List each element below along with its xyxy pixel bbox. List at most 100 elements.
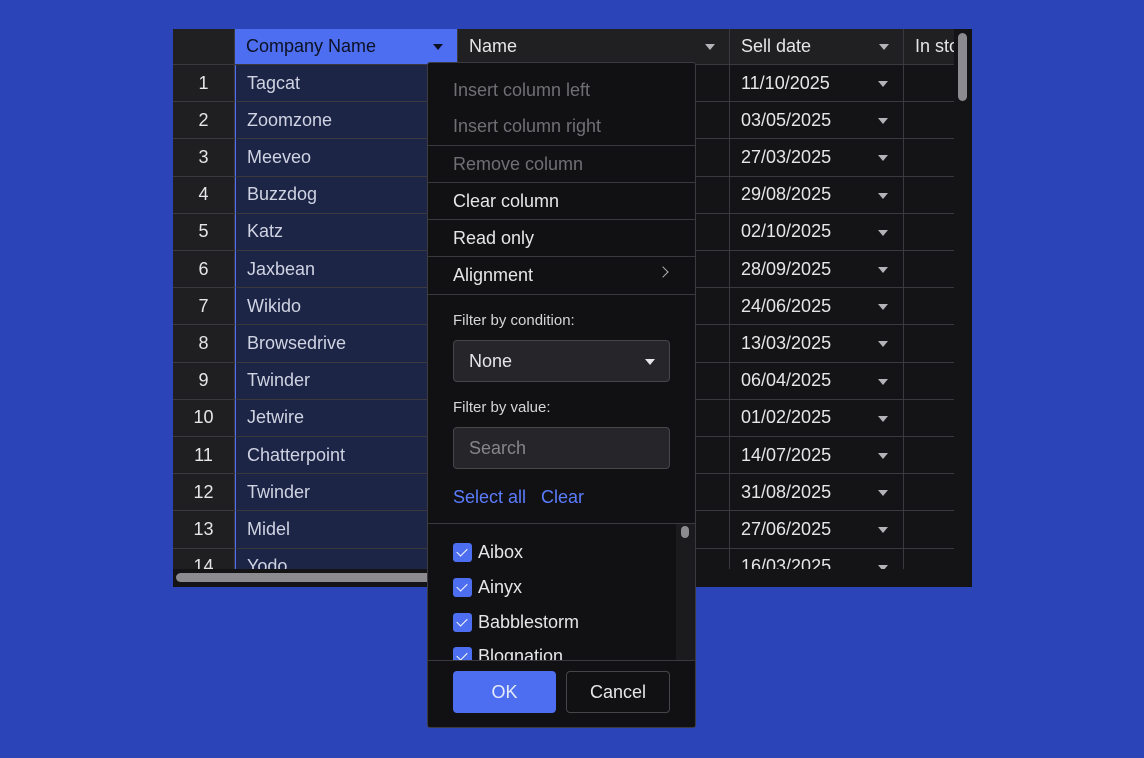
row-header[interactable]: 6 xyxy=(173,251,235,289)
column-dropdown-icon[interactable] xyxy=(433,44,443,50)
row-header[interactable]: 3 xyxy=(173,139,235,177)
column-dropdown-icon[interactable] xyxy=(705,44,715,50)
checkbox[interactable] xyxy=(453,577,472,597)
column-header-sell-date[interactable]: Sell date xyxy=(730,29,904,65)
cell-sell-date[interactable]: 24/06/2025 xyxy=(730,288,904,326)
corner-header[interactable] xyxy=(173,29,235,65)
value-label: Blognation xyxy=(478,645,564,662)
value-item[interactable]: Blognation xyxy=(453,641,563,661)
cell-in-stock[interactable] xyxy=(904,437,954,475)
row-header[interactable]: 4 xyxy=(173,176,235,214)
search-input[interactable] xyxy=(453,427,670,469)
vertical-scrollbar[interactable] xyxy=(954,29,972,569)
cell-in-stock[interactable] xyxy=(904,363,954,400)
cell-company-name[interactable]: Meeveo xyxy=(235,139,458,177)
date-dropdown-icon[interactable] xyxy=(878,155,888,162)
cell-company-name[interactable]: Katz xyxy=(235,213,458,251)
cell-sell-date-value: 29/08/2025 xyxy=(741,184,832,205)
cell-in-stock[interactable] xyxy=(904,251,954,289)
row-header[interactable]: 13 xyxy=(173,511,235,549)
date-dropdown-icon[interactable] xyxy=(878,341,888,348)
row-header[interactable]: 12 xyxy=(173,474,235,512)
cell-sell-date[interactable]: 13/03/2025 xyxy=(730,325,904,363)
date-dropdown-icon[interactable] xyxy=(878,415,888,422)
row-header[interactable]: 10 xyxy=(173,399,235,437)
row-header[interactable]: 2 xyxy=(173,102,235,140)
cell-in-stock[interactable] xyxy=(904,65,954,103)
row-header[interactable]: 9 xyxy=(173,362,235,400)
horizontal-scrollbar-thumb[interactable] xyxy=(176,573,432,582)
row-header[interactable]: 7 xyxy=(173,288,235,326)
cell-sell-date[interactable]: 27/03/2025 xyxy=(730,139,904,177)
cell-in-stock[interactable] xyxy=(904,325,954,363)
cell-in-stock[interactable] xyxy=(904,177,954,214)
date-dropdown-icon[interactable] xyxy=(878,304,888,311)
date-dropdown-icon[interactable] xyxy=(878,192,888,199)
column-header-in-stock[interactable]: In sto xyxy=(904,29,954,65)
vertical-scrollbar-thumb[interactable] xyxy=(958,33,967,101)
cell-company-name[interactable]: Midel xyxy=(235,511,458,549)
menu-item-alignment[interactable]: Alignment xyxy=(428,257,695,294)
cancel-button[interactable]: Cancel xyxy=(566,671,670,713)
cell-in-stock[interactable] xyxy=(904,102,954,140)
cell-sell-date[interactable]: 28/09/2025 xyxy=(730,251,904,289)
cell-company-name[interactable]: Buzzdog xyxy=(235,176,458,214)
column-header-company-name[interactable]: Company Name xyxy=(235,29,458,65)
checkbox[interactable] xyxy=(453,542,472,562)
cell-company-name[interactable]: Zoomzone xyxy=(235,102,458,140)
date-dropdown-icon[interactable] xyxy=(878,527,888,534)
cell-company-name[interactable]: Wikido xyxy=(235,288,458,326)
cell-sell-date[interactable]: 27/06/2025 xyxy=(730,511,904,549)
cell-in-stock[interactable] xyxy=(904,288,954,326)
clear-link[interactable]: Clear xyxy=(541,487,584,508)
list-scrollbar[interactable] xyxy=(676,524,695,661)
column-dropdown-icon[interactable] xyxy=(879,44,889,50)
ok-button[interactable]: OK xyxy=(453,671,556,713)
cell-sell-date[interactable]: 06/04/2025 xyxy=(730,362,904,400)
cell-company-name[interactable]: Browsedrive xyxy=(235,325,458,363)
row-header[interactable]: 1 xyxy=(173,65,235,103)
cell-sell-date-value: 02/10/2025 xyxy=(741,221,832,242)
cell-company-name[interactable]: Twinder xyxy=(235,362,458,400)
value-item[interactable]: Babblestorm xyxy=(453,607,579,637)
cell-sell-date[interactable]: 14/07/2025 xyxy=(730,437,904,475)
cell-company-name[interactable]: Twinder xyxy=(235,474,458,512)
cell-in-stock[interactable] xyxy=(904,511,954,549)
date-dropdown-icon[interactable] xyxy=(878,453,888,459)
cell-company-name[interactable]: Chatterpoint xyxy=(235,437,458,475)
date-dropdown-icon[interactable] xyxy=(878,229,888,236)
column-header-name[interactable]: Name xyxy=(458,29,730,65)
cell-sell-date-value: 06/04/2025 xyxy=(741,370,832,391)
condition-select[interactable]: None xyxy=(453,340,670,382)
row-header[interactable]: 8 xyxy=(173,325,235,363)
date-dropdown-icon[interactable] xyxy=(878,81,888,87)
menu-item-clear-column[interactable]: Clear column xyxy=(428,183,695,220)
cell-sell-date[interactable]: 01/02/2025 xyxy=(730,399,904,437)
filter-by-condition-label: Filter by condition: xyxy=(453,312,575,329)
list-scrollbar-thumb[interactable] xyxy=(681,526,689,538)
date-dropdown-icon[interactable] xyxy=(878,378,888,385)
value-item[interactable]: Ainyx xyxy=(453,572,522,602)
cell-in-stock[interactable] xyxy=(904,214,954,251)
checkbox[interactable] xyxy=(453,646,472,661)
cell-in-stock[interactable] xyxy=(904,474,954,512)
cell-sell-date[interactable]: 29/08/2025 xyxy=(730,176,904,214)
cell-sell-date[interactable]: 02/10/2025 xyxy=(730,213,904,251)
value-item[interactable]: Aibox xyxy=(453,537,523,567)
date-dropdown-icon[interactable] xyxy=(878,490,888,497)
cell-sell-date[interactable]: 31/08/2025 xyxy=(730,474,904,512)
cell-company-name[interactable]: Jaxbean xyxy=(235,251,458,289)
select-all-link[interactable]: Select all xyxy=(453,487,526,508)
row-header[interactable]: 11 xyxy=(173,437,235,475)
date-dropdown-icon[interactable] xyxy=(878,118,888,125)
cell-company-name[interactable]: Jetwire xyxy=(235,399,458,437)
row-header[interactable]: 5 xyxy=(173,213,235,251)
cell-sell-date[interactable]: 03/05/2025 xyxy=(730,102,904,140)
cell-sell-date[interactable]: 11/10/2025 xyxy=(730,65,904,103)
menu-item-read-only[interactable]: Read only xyxy=(428,220,695,257)
cell-company-name[interactable]: Tagcat xyxy=(235,65,458,103)
cell-in-stock[interactable] xyxy=(904,400,954,437)
cell-in-stock[interactable] xyxy=(904,139,954,177)
checkbox[interactable] xyxy=(453,612,472,632)
date-dropdown-icon[interactable] xyxy=(878,267,888,273)
